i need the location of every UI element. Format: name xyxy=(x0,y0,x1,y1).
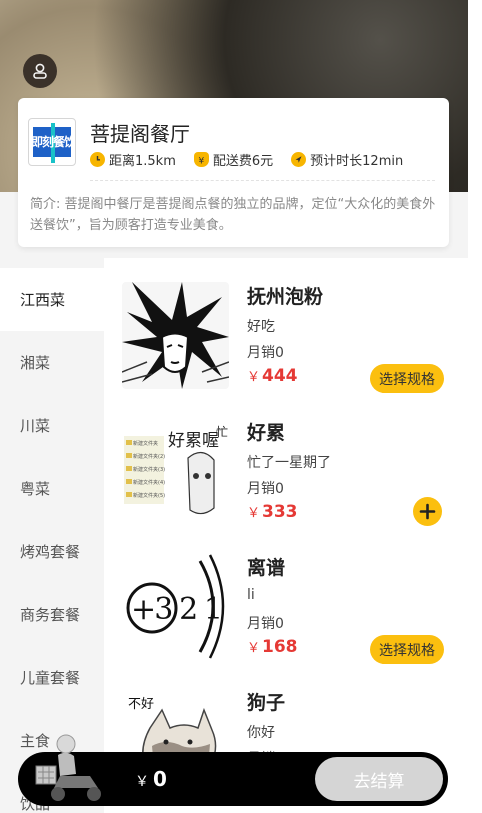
distance-info: 距离1.5km xyxy=(90,150,176,169)
dish-image xyxy=(122,282,229,389)
shop-name: 菩提阁餐厅 xyxy=(90,122,190,146)
shop-intro: 简介: 菩提阁中餐厅是菩提阁点餐的独立的品牌，定位“大众化的美食外送餐饮”，旨为… xyxy=(30,197,436,233)
svg-text:不好: 不好 xyxy=(128,697,154,712)
dish-sales: 月销0 xyxy=(247,345,284,361)
cart-total: ￥ 0 xyxy=(135,767,167,791)
app-root: 即刻餐饮 菩提阁餐厅 距离1.5km ¥ 配送费6元 预计时长12min 简介:… xyxy=(0,0,468,813)
dish-price: ￥ 444 xyxy=(247,366,298,386)
select-spec-button[interactable]: 选择规格 xyxy=(370,364,444,393)
dish-price: ￥ 333 xyxy=(247,502,298,522)
dish-name: 抚州泡粉 xyxy=(247,286,324,308)
dish-item[interactable]: +3 2 1 离谱 li 月销0 ￥ 168 选择规格 xyxy=(122,553,462,673)
checkout-button[interactable]: 去结算 xyxy=(315,757,443,801)
dish-name: 离谱 xyxy=(247,557,286,579)
dish-list: 抚州泡粉 好吃 月销0 ￥ 444 选择规格 新建文件夹 新建文件夹(2) 新建文… xyxy=(104,258,468,813)
navigation-icon xyxy=(291,152,307,167)
shop-info-card: 即刻餐饮 菩提阁餐厅 距离1.5km ¥ 配送费6元 预计时长12min 简介:… xyxy=(18,98,449,247)
distance-text: 距离1.5km xyxy=(109,154,176,169)
category-sichuan[interactable]: 川菜 xyxy=(0,394,104,457)
user-avatar-button[interactable] xyxy=(23,54,57,88)
dish-price: ￥ 168 xyxy=(247,637,298,657)
shop-logo: 即刻餐饮 xyxy=(28,118,76,166)
select-spec-button[interactable]: 选择规格 xyxy=(370,635,444,664)
svg-text:+3 2 1: +3 2 1 xyxy=(131,592,223,627)
dish-item[interactable]: 抚州泡粉 好吃 月销0 ￥ 444 选择规格 xyxy=(122,282,462,402)
eta-info: 预计时长12min xyxy=(291,150,403,169)
dish-image: 新建文件夹 新建文件夹(2) 新建文件夹(3) 新建文件夹(4) 新建文件夹(5… xyxy=(122,418,229,525)
svg-text:忙了一星期: 忙了一星期 xyxy=(216,425,229,439)
delivery-rider-icon[interactable] xyxy=(30,730,110,805)
dish-image: +3 2 1 xyxy=(122,553,229,660)
dish-desc: li xyxy=(247,587,255,603)
svg-text:好累喔: 好累喔 xyxy=(168,431,219,451)
svg-text:新建文件夹(2): 新建文件夹(2) xyxy=(133,453,165,460)
dish-sales: 月销0 xyxy=(247,616,284,632)
category-hunan[interactable]: 湘菜 xyxy=(0,331,104,394)
plus-icon xyxy=(419,503,436,520)
delivery-fee-text: 配送费6元 xyxy=(212,154,274,169)
category-roast-chicken-set[interactable]: 烤鸡套餐 xyxy=(0,520,104,583)
dish-desc: 好吃 xyxy=(247,319,275,335)
dish-item[interactable]: 新建文件夹 新建文件夹(2) 新建文件夹(3) 新建文件夹(4) 新建文件夹(5… xyxy=(122,418,462,538)
category-cantonese[interactable]: 粤菜 xyxy=(0,457,104,520)
svg-text:新建文件夹(5): 新建文件夹(5) xyxy=(133,492,165,499)
user-icon xyxy=(33,63,47,79)
category-jiangxi[interactable]: 江西菜 xyxy=(0,268,104,331)
money-bag-icon: ¥ xyxy=(193,152,209,167)
svg-text:新建文件夹: 新建文件夹 xyxy=(133,440,158,447)
category-kids-set[interactable]: 儿童套餐 xyxy=(0,646,104,709)
category-business-set[interactable]: 商务套餐 xyxy=(0,583,104,646)
shop-meta: 距离1.5km ¥ 配送费6元 预计时长12min xyxy=(90,150,403,169)
dish-desc: 你好 xyxy=(247,725,275,741)
clock-icon xyxy=(90,152,105,167)
dish-desc: 忙了一星期了 xyxy=(247,455,331,471)
svg-text:新建文件夹(4): 新建文件夹(4) xyxy=(133,479,165,486)
dish-sales: 月销0 xyxy=(247,481,284,497)
delivery-fee-info: ¥ 配送费6元 xyxy=(193,150,274,169)
dish-name: 好累 xyxy=(247,422,286,444)
dish-name: 狗子 xyxy=(247,692,286,714)
add-to-cart-button[interactable] xyxy=(413,497,442,526)
svg-text:新建文件夹(3): 新建文件夹(3) xyxy=(133,466,165,473)
card-divider xyxy=(90,180,435,181)
svg-text:¥: ¥ xyxy=(198,157,204,167)
eta-text: 预计时长12min xyxy=(310,154,404,169)
